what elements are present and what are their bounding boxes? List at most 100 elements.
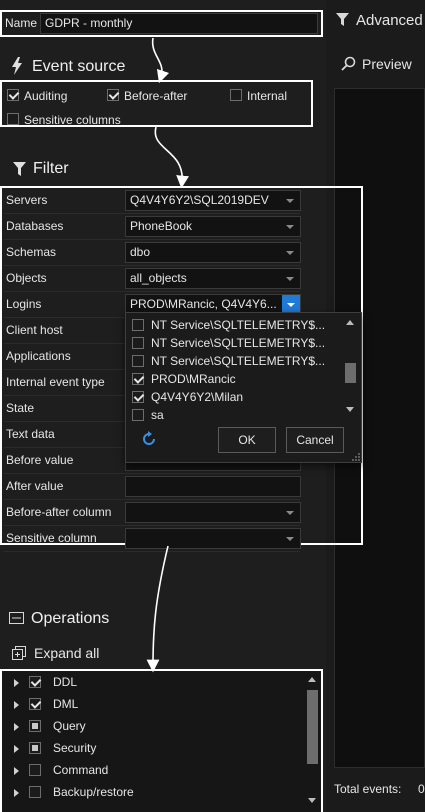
lightning-icon xyxy=(12,57,22,75)
operations-scrollbar[interactable] xyxy=(305,672,320,812)
filter-label-after-value: After value xyxy=(6,479,64,493)
operations-title: Operations xyxy=(31,610,110,627)
advanced-tab[interactable]: Advanced xyxy=(336,10,425,32)
login-checkbox[interactable] xyxy=(132,337,144,349)
filter-label-sensitive-column: Sensitive column xyxy=(6,531,97,545)
filter-schemas-value: dbo xyxy=(130,245,151,259)
filter-label-internal-event-type: Internal event type xyxy=(6,375,105,389)
logins-list-item[interactable]: NT Service\SQLTELEMETRY$... xyxy=(126,335,342,353)
event-source-title: Event source xyxy=(32,58,126,75)
sensitive-columns-checkbox[interactable] xyxy=(7,113,19,125)
operation-checkbox[interactable] xyxy=(29,786,41,798)
filter-objects-value: all_objects xyxy=(130,271,187,285)
login-checkbox[interactable] xyxy=(132,391,144,403)
login-checkbox[interactable] xyxy=(132,373,144,385)
resize-grip-icon[interactable] xyxy=(352,453,360,461)
total-events: Total events: 0 xyxy=(334,782,425,798)
name-input[interactable]: GDPR - monthly xyxy=(40,13,318,34)
filter-label-applications: Applications xyxy=(6,349,71,363)
filter-before-after-column-combo[interactable] xyxy=(125,502,301,523)
refresh-icon[interactable] xyxy=(140,430,158,448)
chevron-down-icon xyxy=(286,511,294,515)
filter-servers-combo[interactable]: Q4V4Y6Y2\SQL2019DEV xyxy=(125,190,301,211)
cancel-button[interactable]: Cancel xyxy=(286,427,344,453)
search-icon xyxy=(341,56,356,71)
operation-checkbox[interactable] xyxy=(29,764,41,776)
logins-list-item[interactable]: NT Service\SQLTELEMETRY$... xyxy=(126,317,342,335)
login-checkbox[interactable] xyxy=(132,409,144,421)
ok-button[interactable]: OK xyxy=(218,427,276,453)
row-separator xyxy=(4,291,300,292)
chevron-down-icon xyxy=(286,225,294,229)
row-separator xyxy=(4,551,300,552)
filter-label-state: State xyxy=(6,401,35,415)
filter-objects-combo[interactable]: all_objects xyxy=(125,268,301,289)
ops-scroll-up-icon[interactable] xyxy=(308,677,316,682)
operation-checkbox[interactable] xyxy=(29,698,41,710)
chevron-down-icon xyxy=(286,277,294,281)
filter-label-schemas: Schemas xyxy=(6,245,57,259)
login-label: NT Service\SQLTELEMETRY$... xyxy=(151,336,326,350)
operation-label: Command xyxy=(53,763,109,777)
filter-sensitive-column-combo[interactable] xyxy=(125,528,301,549)
auditing-checkbox[interactable] xyxy=(7,89,19,101)
expand-arrow-icon[interactable] xyxy=(14,701,19,709)
operation-label: DDL xyxy=(53,675,78,689)
before-after-checkbox[interactable] xyxy=(107,89,119,101)
login-label: NT Service\SQLTELEMETRY$... xyxy=(151,354,326,368)
operations-tree xyxy=(2,671,321,812)
scroll-down-icon[interactable] xyxy=(346,407,354,412)
filter-label-databases: Databases xyxy=(6,219,64,233)
filter-label-before-after-column: Before-after column xyxy=(6,505,112,519)
filter-databases-combo[interactable]: PhoneBook xyxy=(125,216,301,237)
total-events-value: 0 xyxy=(418,782,425,796)
filter-servers-value: Q4V4Y6Y2\SQL2019DEV xyxy=(130,193,269,207)
row-separator xyxy=(4,499,300,500)
ops-scroll-down-icon[interactable] xyxy=(308,798,316,803)
expand-arrow-icon[interactable] xyxy=(14,789,19,797)
filter-schemas-combo[interactable]: dbo xyxy=(125,242,301,263)
scroll-thumb[interactable] xyxy=(345,363,356,383)
filter-label-objects: Objects xyxy=(6,271,47,285)
filter-after-value-input[interactable] xyxy=(125,476,301,497)
expand-arrow-icon[interactable] xyxy=(14,723,19,731)
login-label: Q4V4Y6Y2\Milan xyxy=(151,390,244,404)
expand-arrow-icon[interactable] xyxy=(14,767,19,775)
ops-scroll-thumb[interactable] xyxy=(307,690,318,764)
login-label: sa xyxy=(151,408,164,422)
expand-all-button[interactable]: Expand all xyxy=(12,645,112,663)
logins-list-item[interactable]: Q4V4Y6Y2\Milan xyxy=(126,389,342,407)
sensitive-columns-label: Sensitive columns xyxy=(24,113,121,127)
row-separator xyxy=(4,265,300,266)
scroll-up-icon[interactable] xyxy=(346,320,354,325)
operation-label: Query xyxy=(53,719,86,733)
row-separator xyxy=(4,525,300,526)
chevron-down-icon xyxy=(286,537,294,541)
expand-arrow-icon[interactable] xyxy=(14,745,19,753)
login-checkbox[interactable] xyxy=(132,355,144,367)
filter-label-logins: Logins xyxy=(6,297,42,311)
internal-checkbox[interactable] xyxy=(230,89,242,101)
filter-icon xyxy=(336,13,349,26)
before-after-label: Before-after xyxy=(124,89,188,103)
logins-list-item[interactable]: sa xyxy=(126,407,342,425)
filter-icon xyxy=(13,162,26,176)
total-events-label: Total events: xyxy=(334,782,402,796)
login-checkbox[interactable] xyxy=(132,319,144,331)
expand-arrow-icon[interactable] xyxy=(14,679,19,687)
logins-list-item[interactable]: NT Service\SQLTELEMETRY$... xyxy=(126,353,342,371)
operation-checkbox[interactable] xyxy=(29,720,41,732)
auditing-label: Auditing xyxy=(24,89,68,103)
chevron-down-icon xyxy=(286,199,294,203)
logins-list-item[interactable]: PROD\MRancic xyxy=(126,371,342,389)
chevron-down-icon xyxy=(287,303,295,307)
operation-label: Backup/restore xyxy=(53,785,134,799)
operations-icon xyxy=(9,612,24,624)
logins-dropdown[interactable]: NT Service\SQLTELEMETRY$... NT Service\SQ… xyxy=(125,312,362,463)
operation-checkbox[interactable] xyxy=(29,742,41,754)
logins-dropdown-list: NT Service\SQLTELEMETRY$... NT Service\SQ… xyxy=(126,313,342,423)
filter-label-text-data: Text data xyxy=(6,427,55,441)
preview-button[interactable]: Preview xyxy=(340,54,425,76)
dropdown-scrollbar[interactable] xyxy=(343,315,358,420)
operation-checkbox[interactable] xyxy=(29,676,41,688)
